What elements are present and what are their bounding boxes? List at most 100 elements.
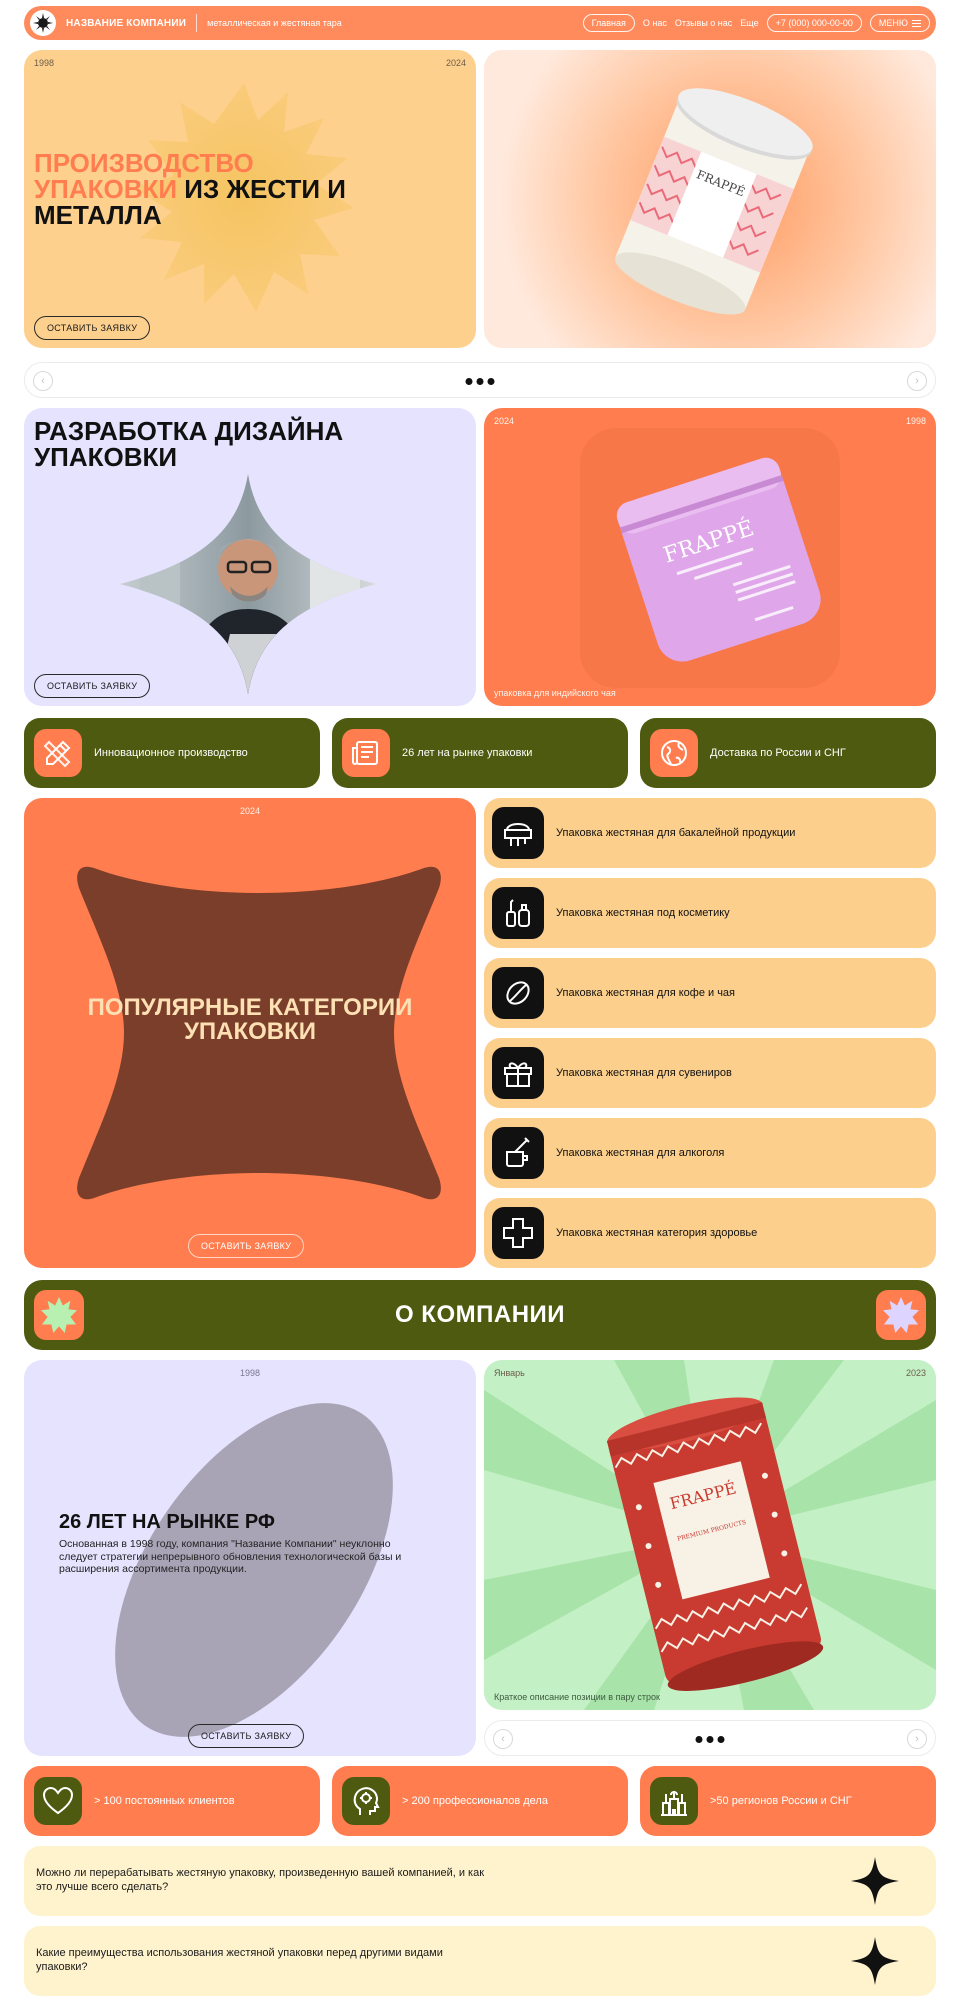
grocery-icon bbox=[492, 807, 544, 859]
logo-icon[interactable] bbox=[30, 10, 56, 36]
tin-can-image: FRAPPÉ bbox=[615, 88, 813, 315]
hero-year-right: 2024 bbox=[445, 58, 466, 68]
faq-item[interactable]: Какие преимущества использования жестяно… bbox=[24, 1926, 936, 1996]
hero-product-card: FRAPPÉ bbox=[484, 50, 936, 348]
hero-card: 1998 2024 ПРОИЗВОДСТВО УПАКОВКИ ИЗ ЖЕСТИ… bbox=[24, 50, 476, 348]
design-title: РАЗРАБОТКА ДИЗАЙНА УПАКОВКИ bbox=[34, 418, 343, 470]
about-year: 1998 bbox=[239, 1368, 261, 1378]
bottle-glass-icon bbox=[492, 1127, 544, 1179]
slider-dots bbox=[465, 378, 495, 385]
slider-dot[interactable] bbox=[717, 1736, 725, 1743]
sparkle-star-icon[interactable] bbox=[850, 1936, 900, 1986]
design-title-line-1: РАЗРАБОТКА ДИЗАЙНА bbox=[34, 416, 344, 446]
hero-title-rest-2: МЕТАЛЛА bbox=[34, 200, 162, 230]
nav-divider bbox=[196, 14, 198, 32]
design-title-line-2: УПАКОВКИ bbox=[34, 442, 178, 472]
purple-tin-image: FRAPPÉ bbox=[616, 457, 821, 662]
lilac-burst-icon bbox=[876, 1290, 926, 1340]
designer-photo bbox=[120, 474, 376, 694]
category-item-coffee[interactable]: Упаковка жестяная для кофе и чая bbox=[484, 958, 936, 1028]
medical-cross-icon bbox=[492, 1207, 544, 1259]
stat-regions: >50 регионов России и СНГ bbox=[640, 1766, 936, 1836]
category-label: Упаковка жестяная для сувениров bbox=[556, 1067, 732, 1079]
categories-title: ПОПУЛЯРНЫЕ КАТЕГОРИИ УПАКОВКИ bbox=[24, 996, 476, 1044]
hero-title: ПРОИЗВОДСТВО УПАКОВКИ ИЗ ЖЕСТИ И МЕТАЛЛА bbox=[34, 150, 454, 228]
feature-delivery: Доставка по России и СНГ bbox=[640, 718, 936, 788]
about-card: 1998 26 ЛЕТ НА РЫНКЕ РФ Основанная в 199… bbox=[24, 1360, 476, 1756]
slider-next-icon[interactable]: › bbox=[907, 371, 927, 391]
hero-title-rest-1: ИЗ ЖЕСТИ И bbox=[177, 174, 346, 204]
design-year-right: 1998 bbox=[905, 416, 926, 426]
categories-year: 2024 bbox=[239, 806, 261, 816]
hero-year-left: 1998 bbox=[34, 58, 55, 68]
stat-label: > 200 профессионалов дела bbox=[402, 1795, 548, 1807]
kremlin-icon bbox=[650, 1777, 698, 1825]
slider-next-icon[interactable]: › bbox=[907, 1729, 927, 1749]
design-product-card: 2024 1998 FRAPPÉ упаковка для индийского… bbox=[484, 408, 936, 706]
about-request-button[interactable]: ОСТАВИТЬ ЗАЯВКУ bbox=[188, 1724, 305, 1748]
feature-years: 26 лет на рынке упаковки bbox=[332, 718, 628, 788]
sparkle-star-icon[interactable] bbox=[850, 1856, 900, 1906]
category-item-health[interactable]: Упаковка жестяная категория здоровье bbox=[484, 1198, 936, 1268]
nav-link-about[interactable]: О нас bbox=[643, 18, 667, 28]
menu-label: МЕНЮ bbox=[878, 18, 908, 28]
categories-title-line-1: ПОПУЛЯРНЫЕ КАТЕГОРИИ bbox=[87, 994, 413, 1021]
slider-dot[interactable] bbox=[695, 1736, 703, 1743]
category-label: Упаковка жестяная для кофе и чая bbox=[556, 987, 736, 999]
about-month: Январь bbox=[494, 1368, 525, 1378]
nav-link-more[interactable]: Еще bbox=[740, 18, 758, 28]
category-label: Упаковка жестяная для алкоголя bbox=[556, 1147, 725, 1159]
top-navbar: НАЗВАНИЕ КОМПАНИИ металлическая и жестян… bbox=[24, 6, 936, 40]
categories-title-line-2: УПАКОВКИ bbox=[183, 1018, 317, 1045]
about-banner-title: О КОМПАНИИ bbox=[394, 1301, 566, 1328]
design-year-left: 2024 bbox=[494, 416, 515, 426]
about-caption: Краткое описание позиции в пару строк bbox=[494, 1692, 660, 1702]
slider-dot[interactable] bbox=[476, 378, 484, 385]
newspaper-icon bbox=[342, 729, 390, 777]
globe-icon bbox=[650, 729, 698, 777]
slider-dot[interactable] bbox=[465, 378, 473, 385]
category-label: Упаковка жестяная категория здоровье bbox=[556, 1227, 758, 1239]
coffee-bean-icon bbox=[492, 967, 544, 1019]
about-banner: О КОМПАНИИ bbox=[24, 1280, 936, 1350]
slider-dot[interactable] bbox=[706, 1736, 714, 1743]
pencil-ruler-icon bbox=[34, 729, 82, 777]
feature-label: Доставка по России и СНГ bbox=[710, 747, 846, 759]
categories-request-button[interactable]: ОСТАВИТЬ ЗАЯВКУ bbox=[188, 1234, 305, 1258]
category-item-alcohol[interactable]: Упаковка жестяная для алкоголя bbox=[484, 1118, 936, 1188]
feature-label: 26 лет на рынке упаковки bbox=[402, 747, 533, 759]
category-item-souvenirs[interactable]: Упаковка жестяная для сувениров bbox=[484, 1038, 936, 1108]
hero-request-button[interactable]: ОСТАВИТЬ ЗАЯВКУ bbox=[34, 316, 151, 340]
slider-prev-icon[interactable]: ‹ bbox=[33, 371, 53, 391]
menu-button[interactable]: МЕНЮ bbox=[869, 14, 930, 32]
slider-dot[interactable] bbox=[487, 378, 495, 385]
green-burst-icon bbox=[34, 1290, 84, 1340]
slider-prev-icon[interactable]: ‹ bbox=[493, 1729, 513, 1749]
about-slider-controls: ‹ › bbox=[484, 1720, 936, 1756]
company-tagline: металлическая и жестяная тара bbox=[207, 18, 342, 28]
design-caption: упаковка для индийского чая bbox=[494, 688, 616, 698]
company-name[interactable]: НАЗВАНИЕ КОМПАНИИ bbox=[66, 18, 186, 29]
stat-professionals: > 200 профессионалов дела bbox=[332, 1766, 628, 1836]
head-gear-icon bbox=[342, 1777, 390, 1825]
red-tin-image: FRAPPÉ PREMIUM PRODUCTS bbox=[606, 1397, 824, 1691]
design-request-button[interactable]: ОСТАВИТЬ ЗАЯВКУ bbox=[34, 674, 151, 698]
nav-link-reviews[interactable]: Отзывы о нас bbox=[675, 18, 732, 28]
slider-dots bbox=[695, 1736, 725, 1743]
hero-slider-controls: ‹ › bbox=[24, 362, 936, 398]
stat-label: > 100 постоянных клиентов bbox=[94, 1795, 235, 1807]
stat-clients: > 100 постоянных клиентов bbox=[24, 1766, 320, 1836]
design-card: РАЗРАБОТКА ДИЗАЙНА УПАКОВКИ ОСТАВИТЬ ЗАЯ… bbox=[24, 408, 476, 706]
faq-question: Какие преимущества использования жестяно… bbox=[36, 1947, 443, 1973]
about-text: Основанная в 1998 году, компания "Назван… bbox=[59, 1538, 402, 1576]
category-item-grocery[interactable]: Упаковка жестяная для бакалейной продукц… bbox=[484, 798, 936, 868]
feature-label: Инновационное производство bbox=[94, 747, 248, 759]
category-item-cosmetics[interactable]: Упаковка жестяная под косметику bbox=[484, 878, 936, 948]
stat-label: >50 регионов России и СНГ bbox=[710, 1795, 852, 1807]
phone-button[interactable]: +7 (000) 000-00-00 bbox=[766, 14, 862, 32]
category-label: Упаковка жестяная для бакалейной продукц… bbox=[556, 827, 796, 839]
faq-item[interactable]: Можно ли перерабатывать жестяную упаковк… bbox=[24, 1846, 936, 1916]
cosmetics-icon bbox=[492, 887, 544, 939]
nav-link-home[interactable]: Главная bbox=[582, 14, 635, 32]
hamburger-icon bbox=[912, 19, 921, 27]
